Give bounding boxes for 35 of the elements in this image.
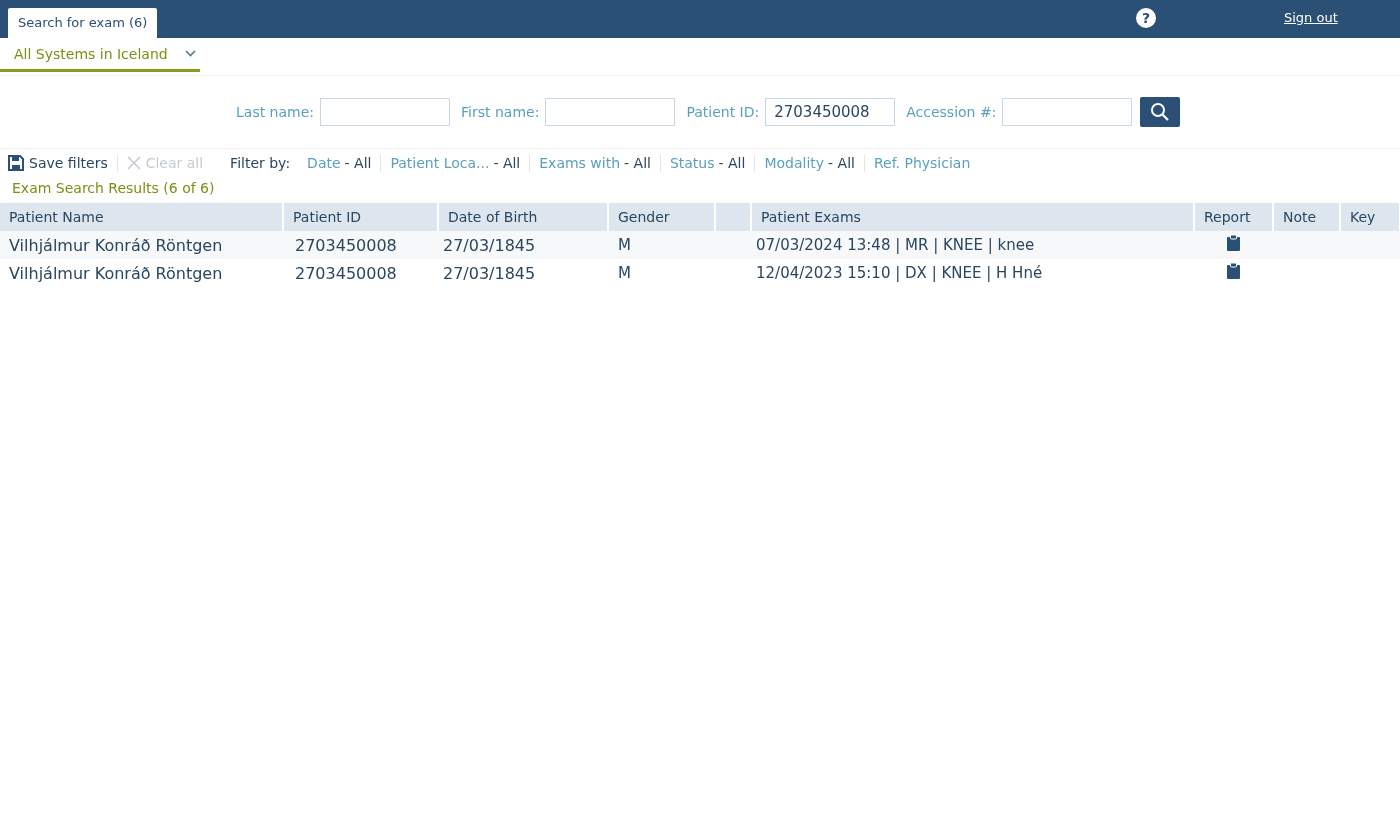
help-icon[interactable]: ? <box>1136 8 1156 28</box>
table-cell: 2703450008 <box>283 231 438 259</box>
table-cell: M <box>608 231 715 259</box>
filter-link[interactable]: Exams with - All <box>539 155 651 171</box>
table-cell: 12/04/2023 15:10 | DX | KNEE | H Hné <box>751 259 1194 287</box>
column-header[interactable]: Note <box>1273 203 1340 231</box>
table-cell: M <box>608 259 715 287</box>
input-field[interactable]: 2703450008 <box>765 98 896 126</box>
filter-by-label: Filter by: <box>230 155 291 171</box>
field-label: Last name: <box>236 104 315 120</box>
column-header[interactable]: Gender <box>608 203 715 231</box>
field-label: Patient ID: <box>686 104 760 120</box>
column-header[interactable]: Report <box>1194 203 1273 231</box>
table-cell: Vilhjálmur Konráð Röntgen <box>0 231 283 259</box>
field-label: Accession #: <box>906 104 997 120</box>
table-cell: 2703450008 <box>283 259 438 287</box>
column-header[interactable]: Date of Birth <box>438 203 608 231</box>
filter-link[interactable]: Date - All <box>307 155 372 171</box>
column-header[interactable]: Patient Exams <box>751 203 1194 231</box>
column-header[interactable]: Key <box>1340 203 1400 231</box>
table-cell: 27/03/1845 <box>438 259 608 287</box>
table-cell: Vilhjálmur Konráð Röntgen <box>0 259 283 287</box>
tab[interactable]: Search for exam (6) <box>8 8 158 38</box>
results-title: Exam Search Results (6 of 6) <box>11 179 216 198</box>
filter-link[interactable]: Patient Loca... - All <box>390 155 521 171</box>
system-selector[interactable]: All Systems in Iceland <box>0 38 200 72</box>
column-header[interactable]: Patient Name <box>0 203 283 231</box>
field-label: First name: <box>461 104 540 120</box>
column-header[interactable]: Patient ID <box>283 203 438 231</box>
table-cell: 27/03/1845 <box>438 231 608 259</box>
filter-link[interactable]: Status - All <box>669 155 746 171</box>
filter-link[interactable]: Modality - All <box>764 155 855 171</box>
save-filters-button[interactable]: Save filters <box>8 155 108 171</box>
sign-out-link[interactable]: Sign out <box>1284 10 1338 25</box>
table-cell: 07/03/2024 13:48 | MR | KNEE | knee <box>751 231 1194 259</box>
